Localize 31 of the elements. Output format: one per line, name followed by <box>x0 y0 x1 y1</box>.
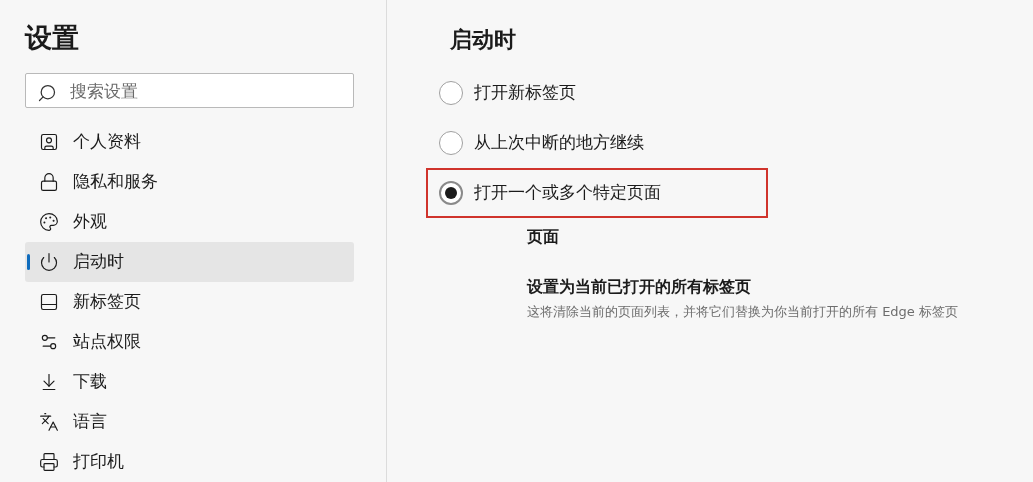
sidebar-item[interactable]: 站点权限 <box>25 322 354 362</box>
sidebar-title: 设置 <box>25 21 79 55</box>
radio-option[interactable]: 从上次中断的地方继续 <box>439 130 644 156</box>
printer-icon <box>39 452 59 472</box>
option-description: 这将清除当前的页面列表，并将它们替换为你当前打开的所有 Edge 标签页 <box>527 303 958 321</box>
radio-button[interactable] <box>439 81 463 105</box>
radio-option[interactable]: 打开新标签页 <box>439 80 576 106</box>
language-icon <box>39 412 59 432</box>
search-icon <box>37 83 57 103</box>
profile-icon <box>39 132 59 152</box>
palette-icon <box>39 212 59 232</box>
lock-icon <box>39 172 59 192</box>
pages-heading: 页面 <box>527 226 559 248</box>
new-tab-icon <box>39 292 59 312</box>
sidebar-item[interactable]: 语言 <box>25 402 354 442</box>
radio-button[interactable] <box>439 181 463 205</box>
radio-button[interactable] <box>439 131 463 155</box>
selection-indicator <box>27 254 30 270</box>
option-title: 设置为当前已打开的所有标签页 <box>527 276 751 298</box>
sidebar-item[interactable]: 启动时 <box>25 242 354 282</box>
section-heading: 启动时 <box>450 26 516 54</box>
sidebar-item[interactable]: 个人资料 <box>25 122 354 162</box>
sidebar-item[interactable]: 下载 <box>25 362 354 402</box>
power-icon <box>39 252 59 272</box>
sidebar-item[interactable]: 新标签页 <box>25 282 354 322</box>
sidebar-item[interactable]: 外观 <box>25 202 354 242</box>
sidebar-item[interactable]: 打印机 <box>25 442 354 482</box>
radio-option[interactable]: 打开一个或多个特定页面 <box>439 180 661 206</box>
site-settings-icon <box>39 332 59 352</box>
search-field[interactable]: 搜索设置 <box>25 73 354 108</box>
sidebar-item[interactable]: 隐私和服务 <box>25 162 354 202</box>
